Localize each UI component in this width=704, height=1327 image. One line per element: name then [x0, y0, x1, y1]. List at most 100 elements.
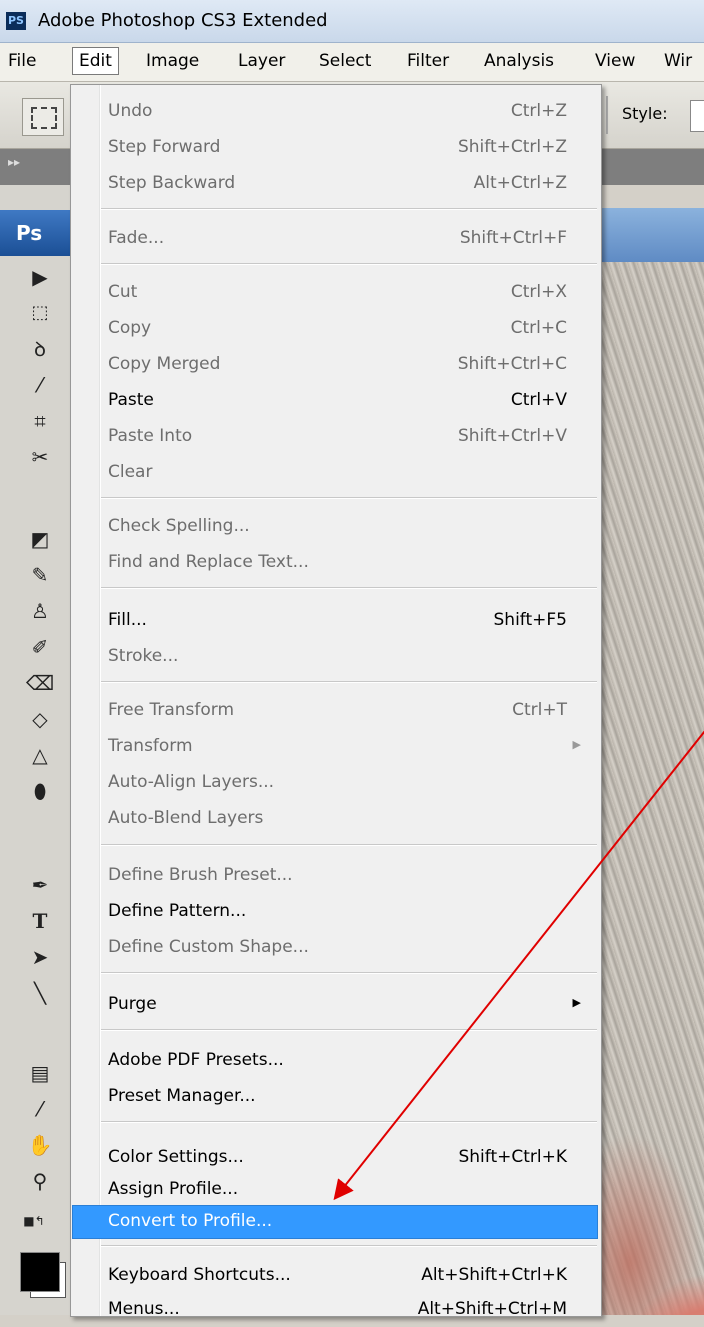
menu-filter[interactable]: Filter [407, 51, 449, 71]
menu-separator [101, 681, 597, 683]
path-selection-tool-icon[interactable]: ➤ [24, 942, 56, 972]
menu-item-menus[interactable]: Menus... Alt+Shift+Ctrl+M [71, 1293, 601, 1327]
menu-item-label: Fade... [108, 228, 165, 248]
menu-item-label: Define Pattern... [108, 901, 247, 921]
menu-item-keyboard-shortcuts[interactable]: Keyboard Shortcuts... Alt+Shift+Ctrl+K [71, 1259, 601, 1293]
menu-item-preset-manager[interactable]: Preset Manager... [71, 1080, 601, 1114]
menu-item-label: Assign Profile... [108, 1179, 239, 1199]
menu-image[interactable]: Image [146, 51, 199, 71]
menu-item-shortcut: Shift+Ctrl+C [457, 354, 567, 374]
menu-item-find-replace-text[interactable]: Find and Replace Text... [71, 546, 601, 580]
marquee-preset-icon[interactable] [22, 98, 64, 136]
paint-bucket-tool-icon[interactable]: ◇ [24, 704, 56, 734]
submenu-arrow-icon: ▶ [572, 996, 581, 1009]
menu-item-shortcut: Shift+Ctrl+K [458, 1147, 567, 1167]
crop-tool-icon[interactable]: ⌗ [24, 406, 56, 436]
window-title: Adobe Photoshop CS3 Extended [38, 10, 328, 31]
menu-item-shortcut: Shift+Ctrl+V [457, 426, 567, 446]
menu-item-label: Step Backward [108, 173, 236, 193]
eraser-tool-icon[interactable]: ⌫ [24, 668, 56, 698]
menu-separator [101, 844, 597, 846]
menu-item-step-forward[interactable]: Step Forward Shift+Ctrl+Z [71, 131, 601, 165]
menu-item-label: Paste [108, 390, 154, 410]
notes-tool-icon[interactable]: ▤ [24, 1058, 56, 1088]
menu-item-paste[interactable]: Paste Ctrl+V [71, 384, 601, 418]
blur-tool-icon[interactable]: △ [24, 740, 56, 770]
menu-item-fade[interactable]: Fade... Shift+Ctrl+F [71, 222, 601, 256]
menu-item-assign-profile[interactable]: Assign Profile... [71, 1173, 601, 1207]
style-label: Style: [622, 104, 668, 123]
menu-bar: File Edit Image Layer Select Filter Anal… [0, 43, 704, 82]
menu-item-shortcut: Ctrl+T [512, 700, 567, 720]
menu-item-color-settings[interactable]: Color Settings... Shift+Ctrl+K [71, 1141, 601, 1175]
brush-tool-icon[interactable]: ✎ [24, 560, 56, 590]
hand-tool-icon[interactable]: ✋ [24, 1130, 56, 1160]
menu-item-label: Transform [108, 736, 193, 756]
menu-item-paste-into[interactable]: Paste Into Shift+Ctrl+V [71, 420, 601, 454]
expand-panels-icon[interactable]: ▸▸ [8, 155, 20, 169]
menu-item-label: Auto-Blend Layers [108, 808, 264, 828]
menu-item-label: Adobe PDF Presets... [108, 1050, 284, 1070]
menu-item-step-backward[interactable]: Step Backward Alt+Ctrl+Z [71, 167, 601, 201]
menu-item-shortcut: Alt+Shift+Ctrl+K [421, 1265, 567, 1285]
default-colors-icon[interactable]: ■↰ [18, 1206, 50, 1236]
slice-tool-icon[interactable]: ✂ [24, 442, 56, 472]
history-brush-tool-icon[interactable]: ✐ [24, 632, 56, 662]
style-dropdown[interactable] [690, 100, 704, 132]
menu-select[interactable]: Select [319, 51, 371, 71]
menu-item-copy[interactable]: Copy Ctrl+C [71, 312, 601, 346]
zoom-tool-icon[interactable]: ⚲ [24, 1166, 56, 1196]
menu-view[interactable]: View [595, 51, 635, 71]
menu-item-define-pattern[interactable]: Define Pattern... [71, 895, 601, 929]
menu-item-undo[interactable]: Undo Ctrl+Z [71, 95, 601, 129]
menu-item-label: Purge [108, 994, 157, 1014]
menu-item-auto-blend-layers[interactable]: Auto-Blend Layers [71, 802, 601, 836]
menu-item-define-brush-preset[interactable]: Define Brush Preset... [71, 859, 601, 893]
menu-separator [101, 972, 597, 974]
menu-layer[interactable]: Layer [238, 51, 285, 71]
menu-item-label: Define Custom Shape... [108, 937, 309, 957]
menu-item-stroke[interactable]: Stroke... [71, 640, 601, 674]
menu-item-shortcut: Alt+Shift+Ctrl+M [417, 1299, 567, 1319]
rectangular-marquee-tool-icon[interactable]: ⬚ [24, 298, 56, 328]
menu-item-check-spelling[interactable]: Check Spelling... [71, 510, 601, 544]
type-tool-icon[interactable]: T [24, 906, 56, 936]
menu-item-label: Paste Into [108, 426, 193, 446]
menu-item-copy-merged[interactable]: Copy Merged Shift+Ctrl+C [71, 348, 601, 382]
lasso-tool-icon[interactable]: ꝺ [24, 334, 56, 364]
photoshop-app-icon: PS [6, 12, 26, 30]
line-tool-icon[interactable]: ╲ [24, 978, 56, 1008]
menu-item-free-transform[interactable]: Free Transform Ctrl+T [71, 694, 601, 728]
menu-item-adobe-pdf-presets[interactable]: Adobe PDF Presets... [71, 1044, 601, 1078]
move-tool-icon[interactable]: ▶ [24, 262, 56, 292]
menu-separator [101, 1245, 597, 1247]
submenu-arrow-icon: ▶ [572, 738, 581, 751]
menu-separator [101, 1029, 597, 1031]
menu-item-shortcut: Shift+Ctrl+Z [457, 137, 567, 157]
healing-brush-tool-icon[interactable]: ◩ [24, 524, 56, 554]
menu-item-label: Define Brush Preset... [108, 865, 293, 885]
menu-item-fill[interactable]: Fill... Shift+F5 [71, 604, 601, 638]
menu-edit[interactable]: Edit [72, 47, 119, 75]
magic-wand-tool-icon[interactable]: ⁄ [24, 370, 56, 400]
menu-item-transform[interactable]: Transform ▶ [71, 730, 601, 764]
menu-analysis[interactable]: Analysis [484, 51, 554, 71]
menu-item-label: Keyboard Shortcuts... [108, 1265, 291, 1285]
menu-item-shortcut: Shift+F5 [493, 610, 567, 630]
menu-window[interactable]: Wir [664, 51, 692, 71]
menu-item-label: Preset Manager... [108, 1086, 256, 1106]
menu-item-cut[interactable]: Cut Ctrl+X [71, 276, 601, 310]
menu-item-convert-to-profile[interactable]: Convert to Profile... [71, 1205, 601, 1239]
menu-item-label: Auto-Align Layers... [108, 772, 275, 792]
menu-item-auto-align-layers[interactable]: Auto-Align Layers... [71, 766, 601, 800]
clone-stamp-tool-icon[interactable]: ♙ [24, 596, 56, 626]
menu-item-clear[interactable]: Clear [71, 456, 601, 490]
foreground-color-swatch[interactable] [20, 1252, 60, 1292]
menu-item-purge[interactable]: Purge ▶ [71, 988, 601, 1022]
pen-tool-icon[interactable]: ✒ [24, 870, 56, 900]
menu-file[interactable]: File [8, 51, 36, 71]
menu-item-define-custom-shape[interactable]: Define Custom Shape... [71, 931, 601, 965]
menu-separator [101, 497, 597, 499]
eyedropper-tool-icon[interactable]: ⁄ [24, 1094, 56, 1124]
dodge-tool-icon[interactable]: ⬮ [24, 776, 56, 806]
